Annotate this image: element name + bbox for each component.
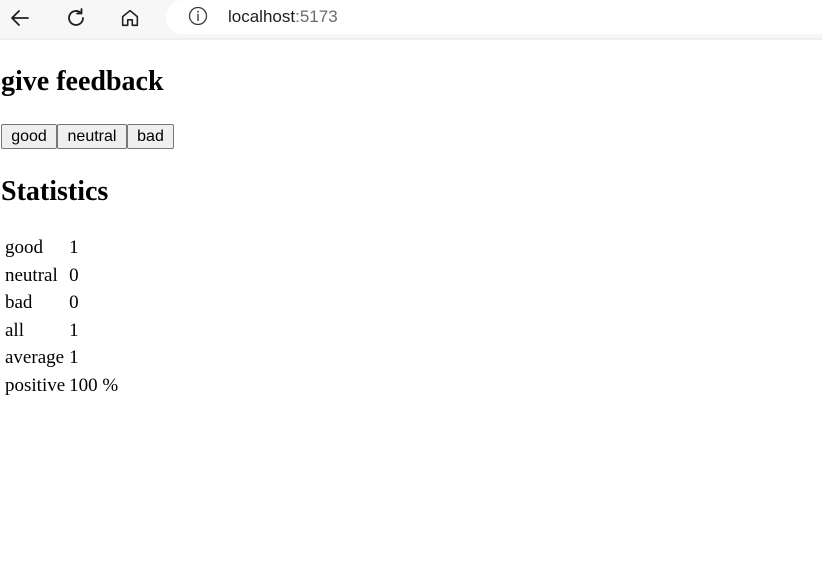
- statistics-table: good 1 neutral 0 bad 0 all 1 average 1 p…: [2, 233, 121, 401]
- info-icon[interactable]: [188, 6, 208, 26]
- stat-label: average: [5, 347, 65, 369]
- toolbar-divider: [0, 38, 822, 40]
- arrow-left-icon: [11, 10, 29, 26]
- stat-label: positive: [5, 374, 66, 396]
- stat-row-bad: bad 0: [4, 290, 119, 316]
- home-button[interactable]: [114, 2, 146, 34]
- stat-row-good: good 1: [4, 235, 119, 261]
- reload-icon: [68, 8, 84, 26]
- feedback-buttons: good neutral bad: [1, 124, 174, 149]
- stat-value: 0: [69, 264, 79, 286]
- feedback-heading: give feedback: [1, 66, 164, 97]
- neutral-button[interactable]: neutral: [57, 124, 127, 149]
- stat-row-positive: positive 100 %: [4, 373, 119, 399]
- stat-label: all: [5, 319, 24, 341]
- good-button[interactable]: good: [1, 124, 57, 149]
- url-text[interactable]: localhost:5173: [228, 6, 338, 28]
- stat-value: 100 %: [69, 374, 119, 396]
- url-host: localhost: [228, 7, 296, 26]
- stat-row-neutral: neutral 0: [4, 263, 119, 289]
- address-bar[interactable]: localhost:5173: [166, 0, 822, 34]
- stat-row-all: all 1: [4, 318, 119, 344]
- stat-label: neutral: [5, 264, 58, 286]
- bad-button[interactable]: bad: [127, 124, 174, 149]
- stat-value: 1: [69, 319, 79, 341]
- stat-row-average: average 1: [4, 345, 119, 371]
- stat-value: 1: [69, 347, 79, 369]
- stat-value: 0: [69, 292, 79, 314]
- stat-label: good: [5, 237, 43, 258]
- browser-toolbar: localhost:5173: [0, 0, 822, 38]
- back-button[interactable]: [4, 2, 36, 34]
- stat-label: bad: [5, 292, 33, 314]
- home-icon: [121, 9, 139, 27]
- statistics-heading: Statistics: [1, 176, 109, 207]
- stat-value: 1: [69, 237, 79, 258]
- url-port: :5173: [295, 7, 338, 26]
- reload-button[interactable]: [60, 2, 92, 34]
